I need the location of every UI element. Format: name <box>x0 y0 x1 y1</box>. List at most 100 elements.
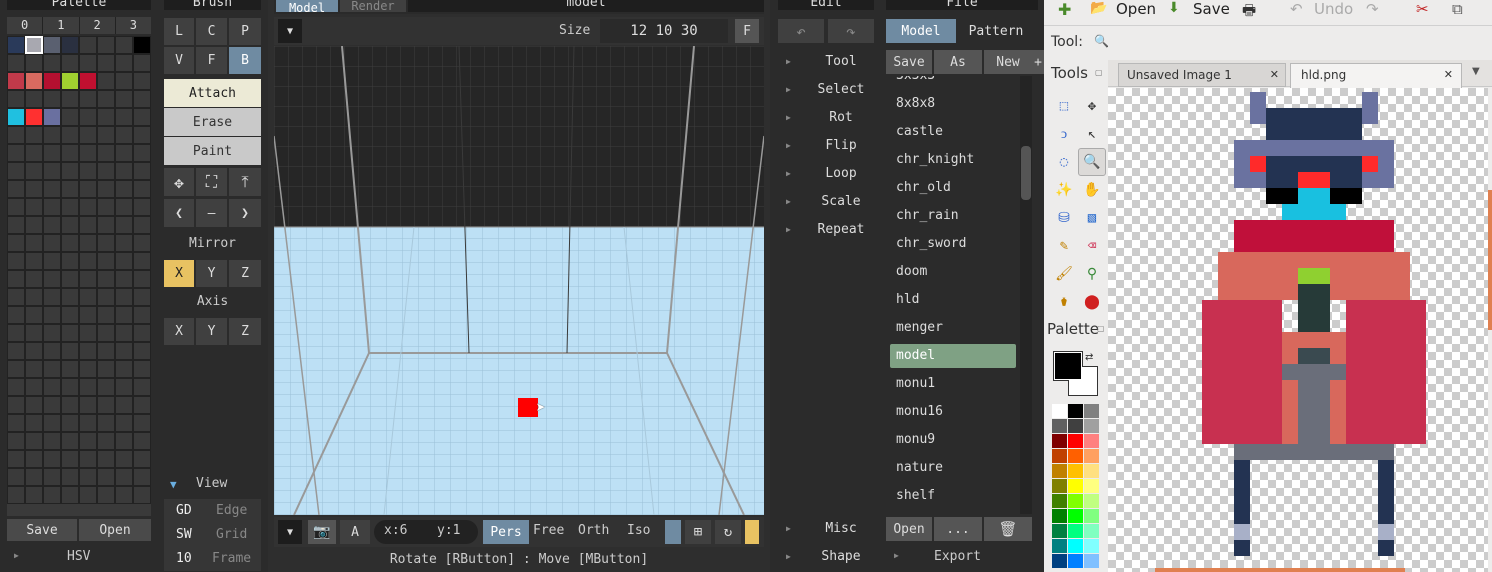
3d-viewport[interactable]: ➤ <box>274 46 764 515</box>
gimp-swatch[interactable] <box>1068 449 1083 463</box>
palette-swatch[interactable] <box>133 324 151 342</box>
palette-swatch[interactable] <box>115 162 133 180</box>
palette-swatch[interactable] <box>61 360 79 378</box>
file-list-scrollbar[interactable] <box>1020 76 1032 514</box>
palette-swatch[interactable] <box>7 54 25 72</box>
palette-swatch[interactable] <box>97 144 115 162</box>
palette-swatch[interactable] <box>25 252 43 270</box>
gimp-swatch[interactable] <box>1084 554 1099 568</box>
gimp-swatch[interactable] <box>1052 554 1067 568</box>
palette-swatch[interactable] <box>79 342 97 360</box>
palette-swatch[interactable] <box>133 396 151 414</box>
palette-swatch[interactable] <box>97 198 115 216</box>
palette-swatch[interactable] <box>43 198 61 216</box>
palette-swatch[interactable] <box>97 468 115 486</box>
mirror-z-button[interactable]: Z <box>229 260 261 287</box>
palette-swatch[interactable] <box>133 216 151 234</box>
close-tab-1-icon[interactable]: ✕ <box>1270 64 1279 86</box>
file-tab-model[interactable]: Model <box>886 19 956 43</box>
export-label[interactable]: Export <box>934 549 981 564</box>
palette-swatch[interactable] <box>97 270 115 288</box>
palette-swatch[interactable] <box>43 72 61 90</box>
palette-swatch[interactable] <box>61 288 79 306</box>
palette-swatch[interactable] <box>115 360 133 378</box>
palette-swatch[interactable] <box>115 288 133 306</box>
palette-swatch[interactable] <box>43 126 61 144</box>
palette-swatch[interactable] <box>79 54 97 72</box>
palette-swatch[interactable] <box>133 378 151 396</box>
palette-swatch[interactable] <box>133 198 151 216</box>
layout-icon[interactable]: ⊞ <box>685 520 711 544</box>
palette-swatch[interactable] <box>115 468 133 486</box>
palette-swatch[interactable] <box>97 378 115 396</box>
palette-swatch[interactable] <box>7 324 25 342</box>
brush-mode-p[interactable]: P <box>229 18 261 45</box>
brush-icon[interactable]: 🖌 <box>1050 260 1078 288</box>
file-list-item[interactable]: doom <box>890 260 1016 284</box>
file-list-item[interactable]: 8x8x8 <box>890 92 1016 116</box>
file-list-item[interactable]: monu9 <box>890 428 1016 452</box>
view-sw[interactable]: SW <box>176 527 192 542</box>
palette-swatch[interactable] <box>43 450 61 468</box>
gimp-swatch[interactable] <box>1068 479 1083 493</box>
palette-swatch[interactable] <box>25 270 43 288</box>
palette-swatch[interactable] <box>97 234 115 252</box>
gimp-swatch[interactable] <box>1068 509 1083 523</box>
palette-swatch[interactable] <box>61 432 79 450</box>
palette-swatch[interactable] <box>7 162 25 180</box>
gimp-swatch[interactable] <box>1068 464 1083 478</box>
palette-swatch[interactable] <box>133 180 151 198</box>
palette-swatch[interactable] <box>97 288 115 306</box>
brush-mode-b[interactable]: B <box>229 47 261 74</box>
palette-swatch[interactable] <box>133 414 151 432</box>
stamp-icon[interactable]: ⚱ <box>1050 288 1078 316</box>
palette-swatch[interactable] <box>25 216 43 234</box>
file-as-button[interactable]: As <box>934 50 982 74</box>
tab-unsaved-image[interactable]: Unsaved Image 1 ✕ <box>1118 63 1286 87</box>
axis-x-button[interactable]: X <box>164 318 194 345</box>
edit-menu-item-repeat[interactable]: ▶ Repeat <box>782 218 878 242</box>
palette-swatch[interactable] <box>97 450 115 468</box>
palette-swatch[interactable] <box>61 180 79 198</box>
palette-swatch[interactable] <box>115 342 133 360</box>
palette-swatch[interactable] <box>25 432 43 450</box>
palette-swatch[interactable] <box>7 90 25 108</box>
file-list-item[interactable]: 3x3x3 <box>890 76 1016 88</box>
pencil-icon[interactable]: ✎ <box>1050 232 1078 260</box>
bucket-icon[interactable]: ⛁ <box>1050 204 1078 232</box>
palette-swatch[interactable] <box>79 234 97 252</box>
palette-swatch[interactable] <box>97 216 115 234</box>
palette-dock-menu-icon[interactable]: ▢ <box>1097 324 1105 333</box>
palette-swatch[interactable] <box>97 360 115 378</box>
gimp-swatch[interactable] <box>1052 479 1067 493</box>
move-tool-icon[interactable]: ✥ <box>1078 92 1106 120</box>
new-icon[interactable]: ✚ <box>1058 0 1071 19</box>
palette-swatch[interactable] <box>25 306 43 324</box>
gimp-swatch[interactable] <box>1068 404 1083 418</box>
palette-swatch[interactable] <box>7 486 25 504</box>
palette-swatch[interactable] <box>115 450 133 468</box>
palette-swatch[interactable] <box>25 468 43 486</box>
palette-swatch[interactable] <box>61 252 79 270</box>
gimp-swatch[interactable] <box>1084 539 1099 553</box>
palette-swatch[interactable] <box>7 216 25 234</box>
gimp-swatch[interactable] <box>1052 494 1067 508</box>
gimp-swatch[interactable] <box>1068 524 1083 538</box>
palette-swatch[interactable] <box>43 468 61 486</box>
palette-swatch[interactable] <box>61 468 79 486</box>
palette-swatch[interactable] <box>133 90 151 108</box>
reset-view-icon[interactable]: ↻ <box>715 520 741 544</box>
iso-button[interactable]: Iso <box>627 523 650 538</box>
palette-swatch[interactable] <box>97 162 115 180</box>
redo-icon[interactable]: ↷ <box>828 19 874 43</box>
file-list-item[interactable]: chr_old <box>890 176 1016 200</box>
cut-icon[interactable]: ✂ <box>1416 0 1429 18</box>
palette-swatch[interactable] <box>43 486 61 504</box>
brush-mode-c[interactable]: C <box>196 18 227 45</box>
view-label[interactable]: View <box>196 476 227 491</box>
view-grid[interactable]: Grid <box>216 527 247 542</box>
palette-swatch[interactable] <box>115 378 133 396</box>
palette-swatch[interactable] <box>79 486 97 504</box>
palette-tab-1[interactable]: 1 <box>43 17 80 34</box>
palette-swatch[interactable] <box>7 396 25 414</box>
